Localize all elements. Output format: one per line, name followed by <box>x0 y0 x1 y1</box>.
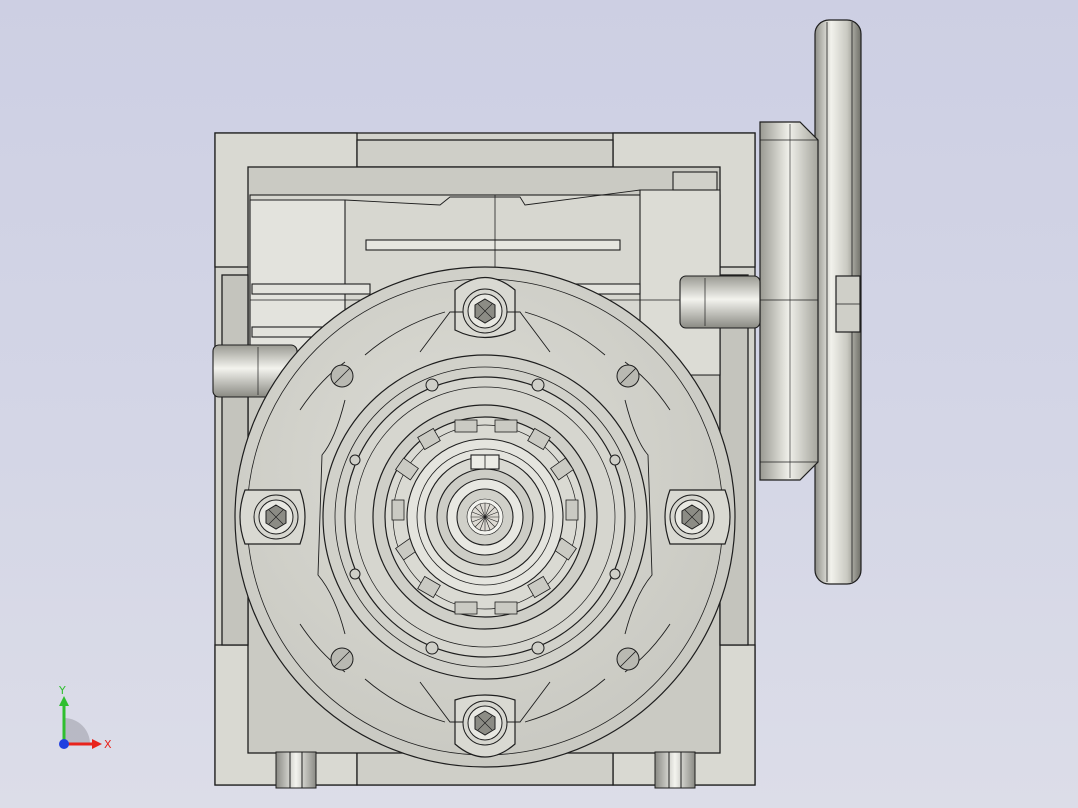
cap-screw-left <box>253 494 299 540</box>
cap-screw-bottom <box>462 700 508 746</box>
motor-flange[interactable] <box>814 19 862 585</box>
cap-screw-right <box>669 494 715 540</box>
graphics-viewport[interactable]: Y X <box>0 0 1078 808</box>
mounting-foot-left <box>275 751 317 789</box>
cap-screw-top <box>462 288 508 334</box>
z-axis-dot <box>59 739 69 749</box>
flange-hub <box>759 121 819 481</box>
shaft-center-bore <box>466 498 504 536</box>
mounting-foot-right <box>654 751 696 789</box>
y-axis-arrowhead <box>59 696 69 706</box>
y-axis-label: Y <box>58 684 66 697</box>
input-shaft-boss-right <box>679 275 761 329</box>
gearbox-model[interactable] <box>0 0 1078 808</box>
x-axis-arrowhead <box>92 739 102 749</box>
triad-shading <box>64 718 90 744</box>
x-axis-label: X <box>104 738 112 751</box>
coordinate-triad: Y X <box>58 684 112 751</box>
